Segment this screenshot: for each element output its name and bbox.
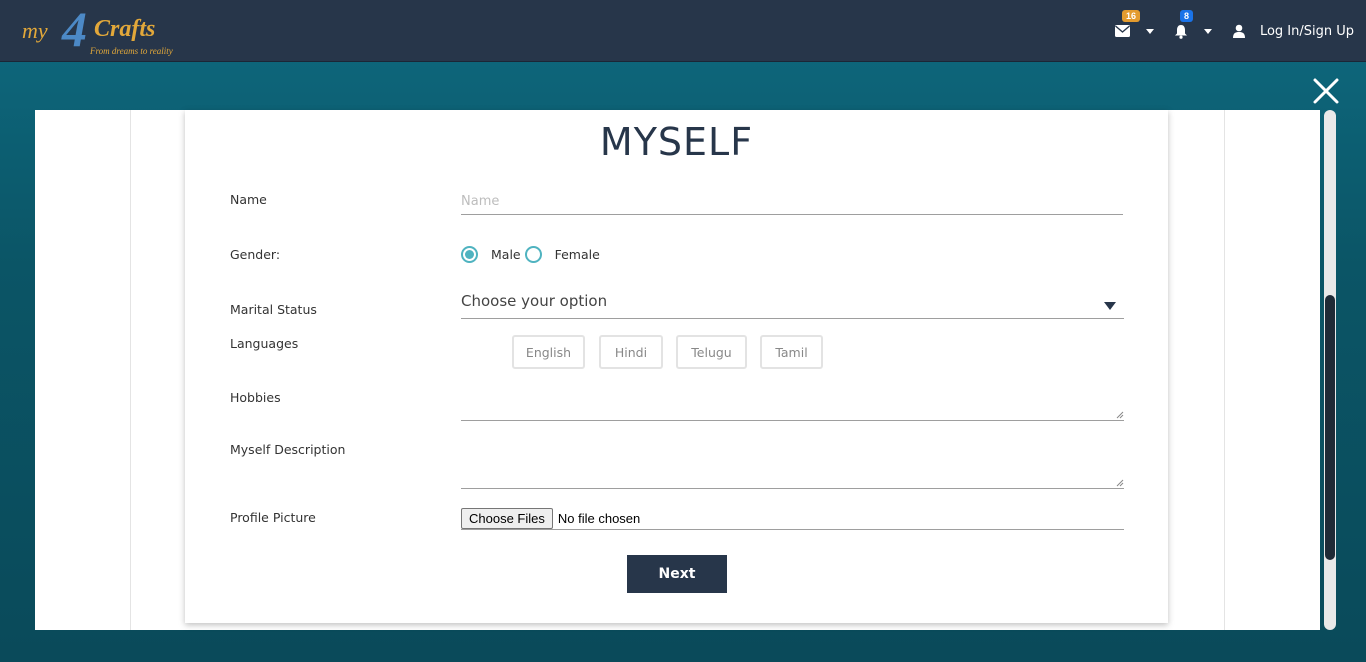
file-status-text: No file chosen	[557, 511, 641, 526]
name-label: Name	[230, 192, 267, 207]
modal-scrollbar[interactable]	[1324, 110, 1336, 630]
languages-label: Languages	[230, 336, 299, 351]
gender-male-label[interactable]: Male	[491, 247, 521, 262]
logo-my: my	[22, 18, 48, 43]
language-chip-english[interactable]: English	[512, 335, 585, 369]
resize-grip-icon[interactable]	[1116, 479, 1124, 487]
hobbies-textarea[interactable]	[461, 385, 1124, 421]
login-signup-link[interactable]: Log In/Sign Up	[1260, 24, 1354, 39]
top-navbar: my 4 Crafts From dreams to reality 16 8 …	[0, 0, 1366, 62]
dropdown-arrow-icon	[1104, 302, 1116, 310]
nav-actions: 16 8 Log In/Sign Up	[1102, 0, 1354, 62]
messages-count-badge: 16	[1121, 10, 1140, 22]
choose-files-button[interactable]: Choose Files	[461, 508, 553, 529]
resize-grip-icon[interactable]	[1116, 411, 1124, 419]
gender-radio-group: Male Female	[461, 246, 604, 263]
language-chip-hindi[interactable]: Hindi	[599, 335, 663, 369]
notifications-count-badge: 8	[1179, 10, 1193, 22]
messages-dropdown-caret-icon[interactable]	[1145, 28, 1154, 34]
hobbies-label: Hobbies	[230, 390, 281, 405]
profile-picture-label: Profile Picture	[230, 510, 316, 525]
gender-female-label[interactable]: Female	[555, 247, 600, 262]
language-chip-telugu[interactable]: Telugu	[676, 335, 747, 369]
logo-crafts: Crafts	[94, 16, 156, 42]
gender-male-radio[interactable]	[461, 246, 478, 263]
myself-description-label: Myself Description	[230, 442, 346, 457]
myself-description-textarea[interactable]	[461, 445, 1124, 489]
bell-icon[interactable]: 8	[1170, 10, 1193, 42]
gender-female-radio[interactable]	[524, 246, 542, 263]
envelope-icon[interactable]: 16	[1112, 10, 1140, 42]
logo-four: 4	[62, 1, 87, 57]
scrollbar-thumb[interactable]	[1325, 295, 1335, 560]
name-input[interactable]	[461, 188, 1123, 215]
form-title: MYSELF	[599, 120, 754, 164]
next-button[interactable]: Next	[627, 555, 727, 593]
divider-left	[130, 110, 131, 630]
marital-status-select[interactable]: Choose your option	[461, 292, 1124, 319]
marital-status-label: Marital Status	[230, 302, 317, 317]
divider-right	[1224, 110, 1225, 630]
gender-label: Gender:	[230, 247, 281, 262]
profile-picture-file-input[interactable]: Choose Files No file chosen	[461, 508, 1124, 530]
close-icon[interactable]	[1311, 76, 1341, 106]
marital-status-value: Choose your option	[461, 292, 608, 310]
logo-tagline: From dreams to reality	[90, 46, 173, 56]
language-chip-tamil[interactable]: Tamil	[760, 335, 823, 369]
brand-logo[interactable]: my 4 Crafts From dreams to reality	[22, 1, 182, 60]
myself-form-card: MYSELF Name Gender: Male Female Marital …	[185, 110, 1168, 623]
user-icon[interactable]	[1228, 20, 1250, 42]
notifications-dropdown-caret-icon[interactable]	[1203, 28, 1212, 34]
